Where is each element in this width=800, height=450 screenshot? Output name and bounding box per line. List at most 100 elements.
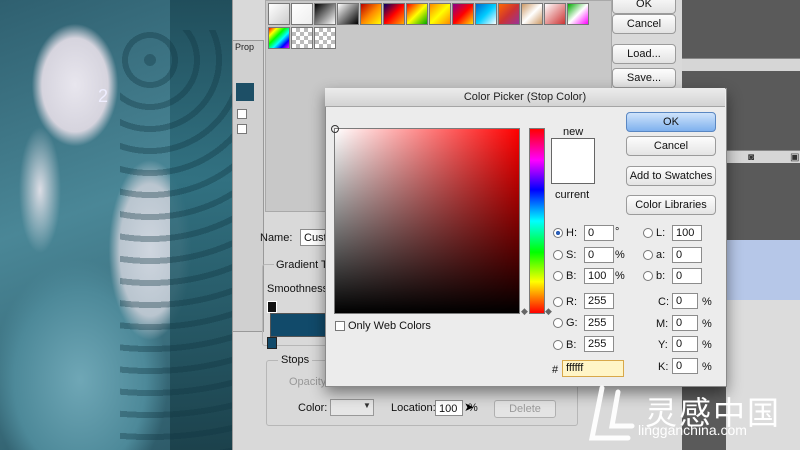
panel-strip: [682, 58, 800, 71]
preset-swatch[interactable]: [268, 3, 290, 25]
preset-swatch[interactable]: [291, 27, 313, 49]
preset-swatch[interactable]: [337, 3, 359, 25]
color-field-cursor[interactable]: [331, 125, 339, 133]
gradient-load-button[interactable]: Load...: [612, 44, 676, 64]
cyan-unit: %: [702, 296, 712, 308]
b-channel-label: b:: [656, 270, 666, 282]
hue-slider[interactable]: [529, 128, 545, 314]
preset-swatch[interactable]: [429, 3, 451, 25]
yellow-field[interactable]: 0: [672, 336, 698, 352]
saturation-unit: %: [615, 249, 625, 261]
new-color-swatch: [551, 138, 595, 184]
chevron-down-icon[interactable]: ▼: [363, 401, 371, 410]
color-libraries-button[interactable]: Color Libraries: [626, 195, 716, 215]
red-radio[interactable]: [553, 297, 563, 307]
a-channel-radio[interactable]: [643, 250, 653, 260]
yellow-label: Y:: [658, 339, 668, 351]
hex-label: #: [552, 364, 559, 376]
hue-slider-left-arrow[interactable]: ◆: [521, 306, 528, 317]
properties-checkbox[interactable]: [237, 109, 247, 119]
preset-swatch[interactable]: [314, 27, 336, 49]
green-field[interactable]: 255: [584, 315, 614, 331]
hue-radio[interactable]: [553, 228, 563, 238]
blue-label: B:: [566, 339, 577, 351]
preset-swatch[interactable]: [521, 3, 543, 25]
magenta-field[interactable]: 0: [672, 315, 698, 331]
only-web-colors-label: Only Web Colors: [348, 320, 431, 332]
properties-panel-title: Prop: [235, 42, 255, 52]
preset-swatch[interactable]: [406, 3, 428, 25]
saturation-field[interactable]: 0: [584, 247, 614, 263]
opacity-label: Opacity:: [289, 376, 330, 388]
picker-ok-button[interactable]: OK: [626, 112, 716, 132]
preset-swatch[interactable]: [452, 3, 474, 25]
a-channel-field[interactable]: 0: [672, 247, 702, 263]
lightness-label: L:: [656, 227, 666, 239]
only-web-colors-checkbox[interactable]: [335, 321, 345, 331]
green-radio[interactable]: [553, 318, 563, 328]
preset-swatch[interactable]: [360, 3, 382, 25]
red-label: R:: [566, 296, 577, 308]
black-label: K:: [658, 361, 669, 373]
camera-icon[interactable]: ◙: [748, 152, 754, 163]
properties-checkbox[interactable]: [237, 124, 247, 134]
location-field[interactable]: 100: [435, 400, 463, 416]
yellow-unit: %: [702, 339, 712, 351]
brightness-field[interactable]: 100: [584, 268, 614, 284]
magenta-label: M:: [656, 318, 669, 330]
gradient-name-field[interactable]: Custo: [300, 229, 333, 246]
saturation-brightness-field[interactable]: [334, 128, 520, 314]
preset-swatch[interactable]: [544, 3, 566, 25]
gradient-ok-button[interactable]: OK: [612, 0, 676, 14]
brightness-radio[interactable]: [553, 271, 563, 281]
properties-panel: Prop: [232, 40, 264, 332]
lightness-radio[interactable]: [643, 228, 653, 238]
black-field[interactable]: 0: [672, 358, 698, 374]
green-label: G:: [566, 317, 578, 329]
color-picker-title: Color Picker (Stop Color): [325, 88, 725, 107]
brightness-unit: %: [615, 270, 625, 282]
properties-dark-swatch: [236, 83, 254, 101]
layers-panel-area: [726, 240, 800, 300]
hue-unit: °: [615, 226, 620, 238]
photo-overlay-number: 2: [98, 86, 109, 106]
alert-cube-icon[interactable]: [604, 149, 612, 157]
location-label: Location:: [391, 402, 436, 414]
preset-swatch[interactable]: [291, 3, 313, 25]
preset-swatch[interactable]: [567, 3, 589, 25]
preset-swatch[interactable]: [268, 27, 290, 49]
magenta-unit: %: [702, 318, 712, 330]
preset-swatch[interactable]: [498, 3, 520, 25]
new-color-label: new: [563, 126, 584, 138]
add-to-swatches-button[interactable]: Add to Swatches: [626, 166, 716, 186]
hue-field[interactable]: 0: [584, 225, 614, 241]
a-channel-label: a:: [656, 249, 666, 261]
watermark-url: lingganchina.com: [638, 422, 747, 438]
color-label: Color:: [298, 402, 328, 414]
hue-slider-right-arrow[interactable]: ◆: [545, 306, 552, 317]
lightness-field[interactable]: 100: [672, 225, 702, 241]
preset-swatch[interactable]: [383, 3, 405, 25]
trash-icon[interactable]: ▣: [790, 152, 799, 163]
b-channel-field[interactable]: 0: [672, 268, 702, 284]
color-stop-marker[interactable]: [267, 337, 277, 349]
cyan-field[interactable]: 0: [672, 293, 698, 309]
red-field[interactable]: 255: [584, 293, 614, 309]
delete-button[interactable]: Delete: [494, 400, 556, 418]
preset-swatch[interactable]: [475, 3, 497, 25]
picker-cancel-button[interactable]: Cancel: [626, 136, 716, 156]
gradient-preview-bar[interactable]: [270, 313, 328, 337]
cyan-label: C:: [658, 296, 669, 308]
saturation-label: S:: [566, 249, 577, 261]
saturation-radio[interactable]: [553, 250, 563, 260]
name-label: Name:: [260, 232, 293, 244]
blue-radio[interactable]: [553, 340, 563, 350]
blue-field[interactable]: 255: [584, 336, 614, 352]
preset-swatch[interactable]: [314, 3, 336, 25]
black-unit: %: [702, 361, 712, 373]
gradient-cancel-button[interactable]: Cancel: [612, 14, 676, 34]
opacity-stop-marker[interactable]: [267, 301, 277, 313]
hex-field[interactable]: ffffff: [562, 360, 624, 377]
gradient-save-button[interactable]: Save...: [612, 68, 676, 88]
b-channel-radio[interactable]: [643, 271, 653, 281]
